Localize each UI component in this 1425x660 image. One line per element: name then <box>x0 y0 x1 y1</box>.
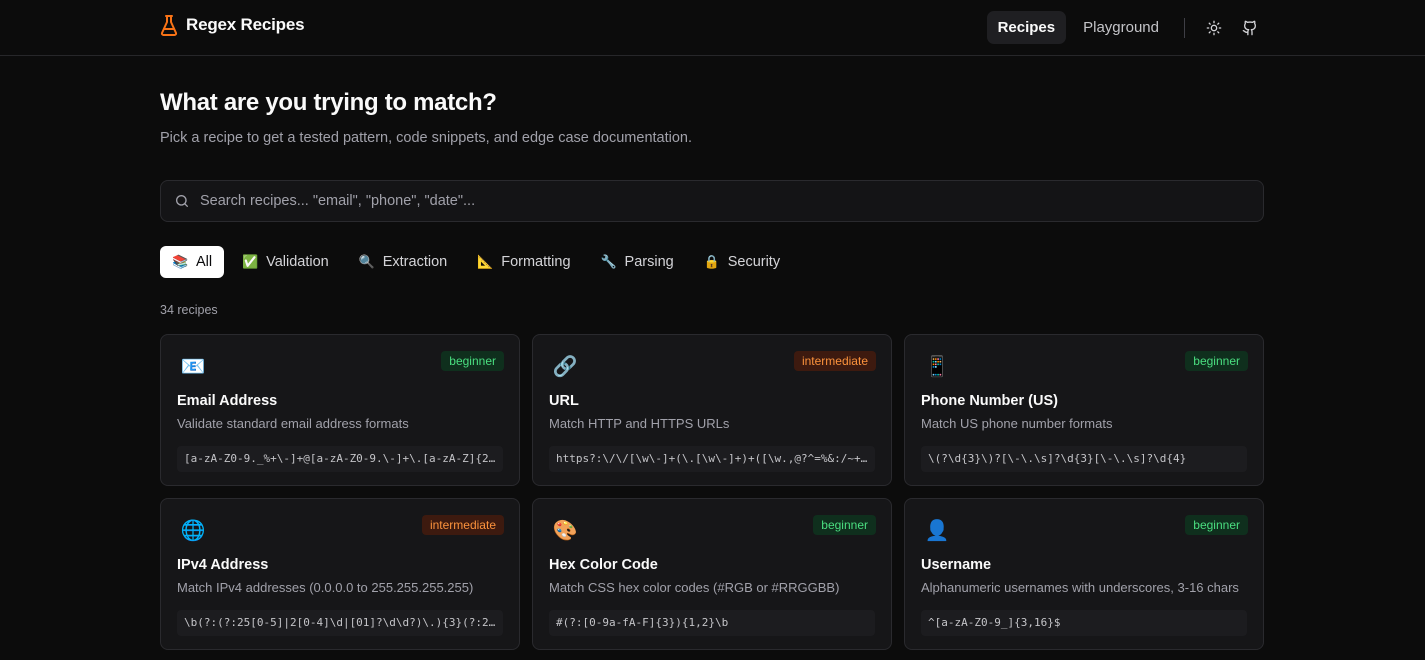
palette-icon: 🎨 <box>552 520 578 542</box>
recipe-count: 34 recipes <box>160 303 218 317</box>
nav-recipes[interactable]: Recipes <box>986 11 1067 44</box>
recipe-description: Alphanumeric usernames with underscores,… <box>921 580 1239 595</box>
recipe-card-phone[interactable]: 📱 beginner Phone Number (US) Match US ph… <box>904 334 1264 486</box>
recipe-card-url[interactable]: 🔗 intermediate URL Match HTTP and HTTPS … <box>532 334 892 486</box>
magnifier-icon: 🔍 <box>358 254 375 269</box>
recipe-description: Match US phone number formats <box>921 416 1113 431</box>
brand-title: Regex Recipes <box>186 15 305 34</box>
filter-parsing[interactable]: 🔧 Parsing <box>589 246 686 278</box>
check-mark-icon: ✅ <box>242 254 259 269</box>
top-bar: Regex Recipes Recipes Playground <box>0 0 1425 56</box>
filter-label: Formatting <box>501 254 571 270</box>
recipe-title: URL <box>549 393 579 409</box>
recipe-title: Username <box>921 557 992 573</box>
search-icon <box>174 193 190 209</box>
link-icon: 🔗 <box>552 356 578 378</box>
nav-playground[interactable]: Playground <box>1072 11 1170 44</box>
filter-security[interactable]: 🔒 Security <box>692 246 792 278</box>
filter-label: Validation <box>266 254 329 270</box>
filter-validation[interactable]: ✅ Validation <box>230 246 341 278</box>
recipe-pattern: \(?\d{3}\)?[\-\.\s]?\d{3}[\-\.\s]?\d{4} <box>921 446 1247 472</box>
recipe-title: IPv4 Address <box>177 557 269 573</box>
lock-icon: 🔒 <box>703 254 720 269</box>
recipe-description: Match IPv4 addresses (0.0.0.0 to 255.255… <box>177 580 474 595</box>
filter-extraction[interactable]: 🔍 Extraction <box>347 246 459 278</box>
wrench-icon: 🔧 <box>600 254 617 269</box>
recipe-title: Phone Number (US) <box>921 393 1058 409</box>
recipe-description: Match CSS hex color codes (#RGB or #RRGG… <box>549 580 840 595</box>
flask-icon <box>160 14 178 36</box>
recipe-title: Email Address <box>177 393 278 409</box>
category-filters: 📚 All ✅ Validation 🔍 Extraction 📐 Format… <box>160 246 792 278</box>
filter-formatting[interactable]: 📐 Formatting <box>465 246 582 278</box>
recipe-pattern: [a-zA-Z0-9._%+\-]+@[a-zA-Z0-9.\-]+\.[a-z… <box>177 446 503 472</box>
recipe-pattern: https?:\/\/[\w\-]+(\.[\w\-]+)+([\w.,@?^=… <box>549 446 875 472</box>
filter-label: Parsing <box>624 254 674 270</box>
triangle-ruler-icon: 📐 <box>477 254 494 269</box>
difficulty-badge: beginner <box>441 351 504 371</box>
theme-toggle-sun-icon[interactable] <box>1199 13 1229 43</box>
books-icon: 📚 <box>172 254 189 269</box>
filter-label: Extraction <box>382 254 448 270</box>
brand[interactable]: Regex Recipes <box>160 14 305 36</box>
email-icon: 📧 <box>180 356 206 378</box>
recipe-pattern: ^[a-zA-Z0-9_]{3,16}$ <box>921 610 1247 636</box>
difficulty-badge: intermediate <box>421 515 504 535</box>
difficulty-badge: intermediate <box>793 351 876 371</box>
page-subtitle: Pick a recipe to get a tested pattern, c… <box>160 130 693 146</box>
recipe-grid: 📧 beginner Email Address Validate standa… <box>160 334 1264 650</box>
recipe-description: Validate standard email address formats <box>177 416 409 431</box>
recipe-card-username[interactable]: 👤 beginner Username Alphanumeric usernam… <box>904 498 1264 650</box>
recipe-pattern: #(?:[0-9a-fA-F]{3}){1,2}\b <box>549 610 875 636</box>
page-title: What are you trying to match? <box>160 89 497 116</box>
recipe-card-ipv4[interactable]: 🌐 intermediate IPv4 Address Match IPv4 a… <box>160 498 520 650</box>
nav-divider <box>1184 17 1185 38</box>
recipe-description: Match HTTP and HTTPS URLs <box>549 416 730 431</box>
filter-label: Security <box>727 254 781 270</box>
difficulty-badge: beginner <box>1185 351 1248 371</box>
recipe-card-email[interactable]: 📧 beginner Email Address Validate standa… <box>160 334 520 486</box>
recipe-card-hex-color[interactable]: 🎨 beginner Hex Color Code Match CSS hex … <box>532 498 892 650</box>
filter-all[interactable]: 📚 All <box>160 246 225 278</box>
user-silhouette-icon: 👤 <box>924 520 950 542</box>
search-box[interactable] <box>160 180 1264 222</box>
github-icon[interactable] <box>1235 13 1265 43</box>
globe-icon: 🌐 <box>180 520 206 542</box>
search-input[interactable] <box>200 193 1200 209</box>
recipe-pattern: \b(?:(?:25[0-5]|2[0-4]\d|[01]?\d\d?)\.){… <box>177 610 503 636</box>
filter-label: All <box>196 254 213 270</box>
difficulty-badge: beginner <box>1185 515 1248 535</box>
recipe-title: Hex Color Code <box>549 557 658 573</box>
main-nav: Recipes Playground <box>986 11 1265 44</box>
difficulty-badge: beginner <box>813 515 876 535</box>
mobile-phone-icon: 📱 <box>924 356 950 378</box>
